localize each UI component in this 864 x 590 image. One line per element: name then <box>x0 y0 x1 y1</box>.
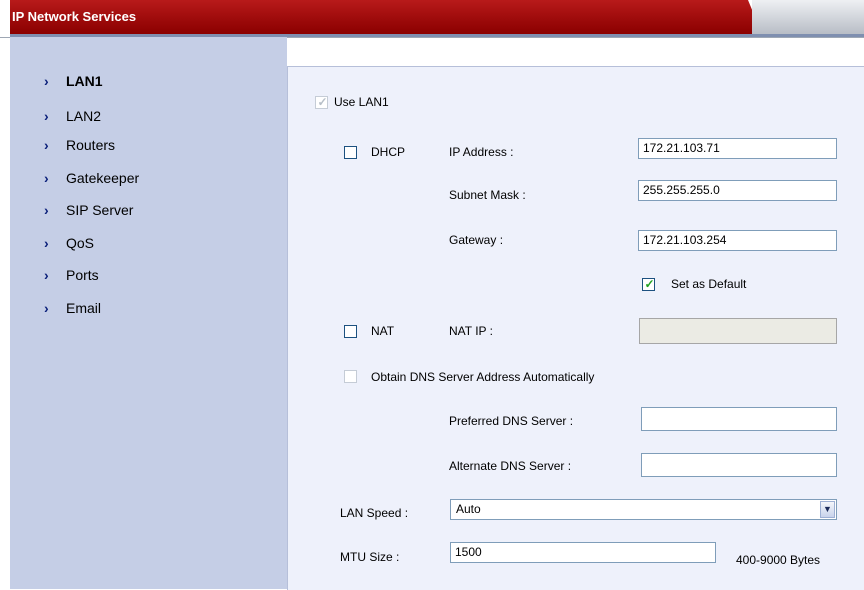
alternate-dns-label: Alternate DNS Server : <box>449 459 572 473</box>
sidebar-item-lan1[interactable]: › LAN1 <box>44 71 103 91</box>
settings-panel: ✓ Use LAN1 DHCP IP Address : 172.21.103.… <box>287 66 864 590</box>
subnet-mask-field[interactable]: 255.255.255.0 <box>638 180 837 201</box>
chevron-right-icon: › <box>44 108 49 124</box>
mtu-size-hint: 400-9000 Bytes <box>736 553 821 567</box>
sidebar-item-label: QoS <box>66 235 95 251</box>
sidebar-item-label: SIP Server <box>66 202 134 218</box>
nat-ip-field[interactable] <box>639 318 837 344</box>
chevron-right-icon: › <box>44 202 49 218</box>
chevron-right-icon: › <box>44 73 49 89</box>
set-as-default-checkbox[interactable]: ✓ <box>642 277 655 291</box>
dhcp-checkbox[interactable] <box>344 146 357 159</box>
preferred-dns-label: Preferred DNS Server : <box>449 414 574 428</box>
sidebar-item-lan2[interactable]: › LAN2 <box>44 106 101 126</box>
sidebar-item-ports[interactable]: › Ports <box>44 265 99 285</box>
sidebar-item-label: Gatekeeper <box>66 170 140 186</box>
chevron-right-icon: › <box>44 300 49 316</box>
gateway-field[interactable]: 172.21.103.254 <box>638 230 837 251</box>
sidebar-item-qos[interactable]: › QoS <box>44 233 94 253</box>
title-bar: IP Network Services <box>0 0 864 38</box>
set-as-default-label: Set as Default <box>671 277 747 291</box>
sidebar-item-label: Ports <box>66 267 99 283</box>
use-lan1-checkbox[interactable]: ✓ <box>315 95 328 109</box>
dhcp-label: DHCP <box>371 145 406 159</box>
sidebar-item-gatekeeper[interactable]: › Gatekeeper <box>44 168 139 188</box>
gateway-label: Gateway : <box>449 233 504 247</box>
sidebar-item-email[interactable]: › Email <box>44 298 101 318</box>
mtu-size-label: MTU Size : <box>340 550 400 564</box>
sidebar-item-label: Email <box>66 300 102 316</box>
lan-speed-select[interactable]: Auto ▼ <box>450 499 837 520</box>
alternate-dns-field[interactable] <box>641 453 837 477</box>
subnet-mask-label: Subnet Mask : <box>449 188 526 202</box>
sidebar-item-routers[interactable]: › Routers <box>44 135 115 155</box>
chevron-right-icon: › <box>44 137 49 153</box>
page-title: IP Network Services <box>12 9 137 24</box>
obtain-dns-checkbox[interactable] <box>344 370 357 383</box>
preferred-dns-field[interactable] <box>641 407 837 431</box>
nat-ip-label: NAT IP : <box>449 324 494 338</box>
checkmark-icon: ✓ <box>644 277 655 291</box>
title-bar-tab-area <box>752 0 864 34</box>
chevron-right-icon: › <box>44 170 49 186</box>
sidebar-item-label: LAN2 <box>66 108 102 124</box>
nat-checkbox[interactable] <box>344 325 357 338</box>
sidebar-item-label: LAN1 <box>66 73 103 89</box>
use-lan1-label: Use LAN1 <box>334 95 389 109</box>
ip-address-field[interactable]: 172.21.103.71 <box>638 138 837 159</box>
sidebar: › LAN1 › LAN2 › Routers › Gatekeeper › SIP Se… <box>10 37 287 589</box>
lan-speed-label: LAN Speed : <box>340 506 409 520</box>
nat-label: NAT <box>371 324 395 338</box>
sidebar-item-sip-server[interactable]: › SIP Server <box>44 200 133 220</box>
chevron-right-icon: › <box>44 267 49 283</box>
ip-address-label: IP Address : <box>449 145 514 159</box>
mtu-size-field[interactable]: 1500 <box>450 542 716 563</box>
obtain-dns-label: Obtain DNS Server Address Automatically <box>371 370 595 384</box>
checkmark-icon: ✓ <box>317 95 328 109</box>
chevron-right-icon: › <box>44 235 49 251</box>
chevron-down-icon[interactable]: ▼ <box>820 501 835 518</box>
lan-speed-value: Auto <box>456 502 481 516</box>
sidebar-item-label: Routers <box>66 137 116 153</box>
